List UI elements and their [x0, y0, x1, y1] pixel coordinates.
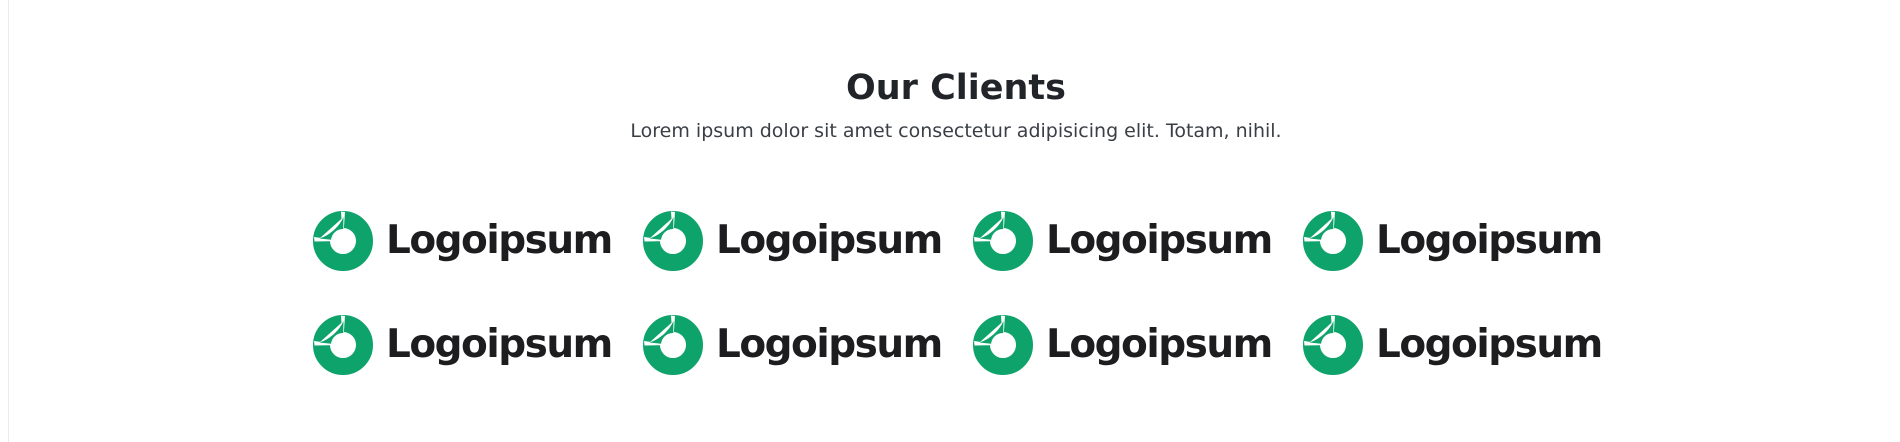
logoipsum-logo-icon: [642, 314, 704, 376]
client-logo-8[interactable]: Logoipsum: [1302, 314, 1632, 376]
logoipsum-logo-icon: [312, 314, 374, 376]
client-logo-3[interactable]: Logoipsum: [972, 210, 1302, 272]
logoipsum-logo-icon: [972, 314, 1034, 376]
client-logo-wordmark: Logoipsum: [386, 218, 613, 263]
client-logo-wordmark: Logoipsum: [1376, 322, 1603, 367]
logoipsum-logo-icon: [1302, 210, 1364, 272]
client-logo-wordmark: Logoipsum: [1376, 218, 1603, 263]
client-logo-wordmark: Logoipsum: [716, 322, 943, 367]
client-logo-4[interactable]: Logoipsum: [1302, 210, 1632, 272]
client-logo-wordmark: Logoipsum: [1046, 322, 1273, 367]
section-title: Our Clients: [845, 68, 1066, 108]
logoipsum-logo-icon: [642, 210, 704, 272]
client-logo-wordmark: Logoipsum: [386, 322, 613, 367]
client-logo-1[interactable]: Logoipsum: [312, 210, 642, 272]
client-logo-7[interactable]: Logoipsum: [972, 314, 1302, 376]
client-logo-grid: Logoipsum Logoipsum Logoipsum Logoipsum …: [312, 210, 1632, 418]
clients-section: Our Clients Lorem ipsum dolor sit amet c…: [0, 0, 1900, 442]
section-subtitle: Lorem ipsum dolor sit amet consectetur a…: [630, 120, 1282, 142]
client-logo-2[interactable]: Logoipsum: [642, 210, 972, 272]
client-logo-6[interactable]: Logoipsum: [642, 314, 972, 376]
logoipsum-logo-icon: [972, 210, 1034, 272]
logoipsum-logo-icon: [1302, 314, 1364, 376]
client-logo-wordmark: Logoipsum: [1046, 218, 1273, 263]
client-logo-wordmark: Logoipsum: [716, 218, 943, 263]
logoipsum-logo-icon: [312, 210, 374, 272]
client-logo-5[interactable]: Logoipsum: [312, 314, 642, 376]
